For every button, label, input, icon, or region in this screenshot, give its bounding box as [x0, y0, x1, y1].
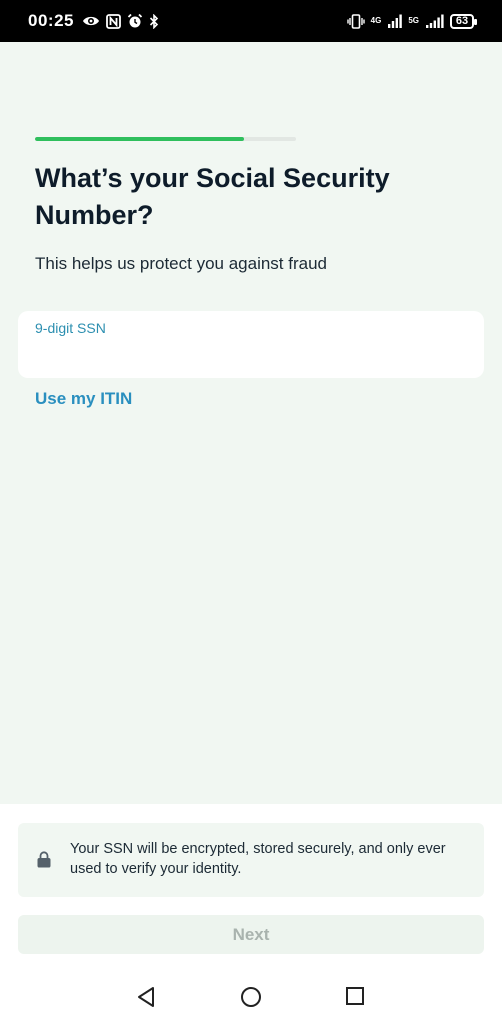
lock-icon [37, 851, 51, 873]
use-itin-link[interactable]: Use my ITIN [35, 389, 132, 409]
security-info-text: Your SSN will be encrypted, stored secur… [70, 841, 446, 877]
home-icon[interactable] [240, 986, 262, 1013]
progress-fill [35, 137, 244, 141]
ssn-input[interactable] [35, 343, 467, 369]
bluetooth-icon [149, 13, 159, 29]
system-nav-bar [0, 970, 502, 1024]
recents-icon[interactable] [345, 986, 365, 1011]
vibrate-icon [346, 13, 365, 29]
battery-level: 63 [455, 15, 469, 27]
ssn-field[interactable]: 9-digit SSN [18, 311, 484, 378]
ssn-field-label: 9-digit SSN [35, 320, 106, 336]
progress-bar [35, 137, 296, 141]
status-bar: 00:25 4G 5G 63 [0, 0, 502, 42]
status-icons-left [82, 13, 159, 29]
status-bar-right: 4G 5G 63 [346, 13, 477, 29]
nfc-icon [106, 13, 121, 29]
next-button[interactable]: Next [18, 915, 484, 954]
page-subtitle: This helps us protect you against fraud [35, 254, 327, 273]
eye-icon [82, 14, 100, 28]
page-title: What’s your Social Security Number? [35, 163, 390, 230]
security-info-box: Your SSN will be encrypted, stored secur… [18, 823, 484, 897]
status-time: 00:25 [28, 11, 74, 30]
back-icon[interactable] [136, 986, 156, 1013]
signal-icon [388, 14, 403, 28]
network-type-2: 5G [408, 16, 419, 25]
battery-indicator: 63 [450, 13, 477, 29]
signal-icon [426, 14, 444, 28]
network-type-1: 4G [370, 16, 382, 25]
alarm-icon [127, 13, 143, 29]
status-bar-left: 00:25 [28, 11, 159, 31]
